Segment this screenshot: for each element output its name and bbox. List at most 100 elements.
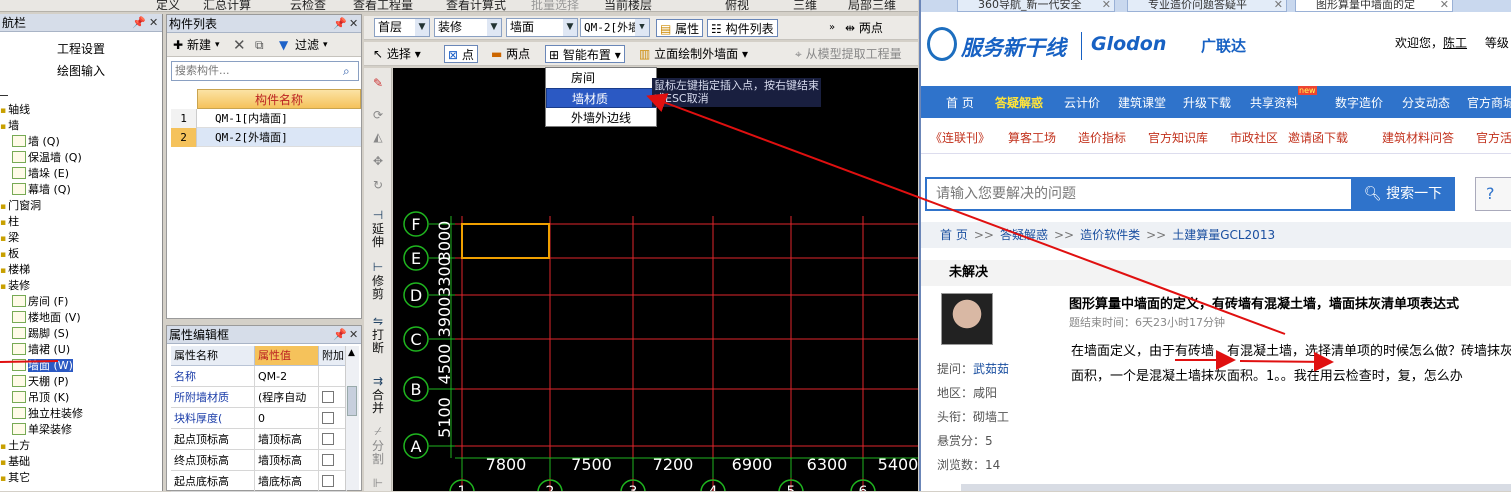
- subnav-journal[interactable]: 《连联刊》: [930, 129, 990, 146]
- 3d-button[interactable]: 三维: [793, 0, 817, 11]
- extend-button[interactable]: 延伸: [371, 223, 385, 249]
- tree-item[interactable]: 房间 (F): [0, 294, 162, 310]
- delete-icon[interactable]: ✕: [233, 33, 246, 57]
- new-icon[interactable]: ✚: [173, 33, 183, 57]
- chevron-down-icon[interactable]: ▾: [323, 33, 328, 57]
- two-point-draw-button[interactable]: ▬ 两点: [488, 45, 533, 63]
- close-icon[interactable]: ✕: [349, 15, 358, 33]
- break-icon[interactable]: ⇋: [371, 314, 385, 328]
- extract-button[interactable]: ⌖ 从模型提取工程量: [792, 45, 905, 63]
- drawing-input-button[interactable]: 绘图输入: [0, 60, 162, 82]
- breadcrumb-qa[interactable]: 答疑解惑: [1000, 228, 1048, 242]
- menu-item-outer-wall-edge[interactable]: 外墙外边线: [546, 108, 656, 128]
- close-icon[interactable]: ✕: [349, 326, 358, 344]
- new-button[interactable]: 新建: [187, 33, 211, 57]
- rotate-icon[interactable]: ⟳: [371, 108, 385, 122]
- split-icon[interactable]: ⌿: [371, 424, 385, 438]
- more-icon[interactable]: »: [826, 19, 838, 37]
- search-icon[interactable]: ⌕: [343, 64, 350, 79]
- menu-item-wall-material[interactable]: 墙材质: [546, 88, 656, 108]
- tree-item[interactable]: ▪ 其它: [0, 470, 162, 486]
- break-button[interactable]: 打断: [371, 329, 385, 355]
- smart-layout-button[interactable]: ⊞ 智能布置 ▾: [545, 45, 625, 63]
- property-row[interactable]: 起点底标高 墙底标高: [171, 471, 347, 492]
- checkbox[interactable]: [322, 391, 334, 403]
- checkbox[interactable]: [322, 454, 334, 466]
- tree-item[interactable]: 单梁装修: [0, 422, 162, 438]
- tree-item[interactable]: 墙 (Q): [0, 134, 162, 150]
- filter-icon[interactable]: ▼: [279, 33, 288, 57]
- browser-tab[interactable]: 360导航_新一代安全 ✕: [957, 0, 1115, 12]
- site-brand[interactable]: 服务新干线: [961, 32, 1066, 62]
- subnav-events[interactable]: 官方活动: [1476, 129, 1511, 146]
- define-button[interactable]: 定义: [156, 0, 180, 11]
- summary-calc-button[interactable]: 汇总计算: [203, 0, 251, 11]
- tree-item[interactable]: 幕墙 (Q): [0, 182, 162, 198]
- help-button[interactable]: ?: [1475, 177, 1511, 211]
- subnav-invitation[interactable]: 邀请函下载: [1288, 129, 1348, 146]
- property-row[interactable]: 终点顶标高 墙顶标高: [171, 450, 347, 471]
- component-list-button[interactable]: ☷ 构件列表: [707, 19, 778, 37]
- trim-button[interactable]: 修剪: [371, 275, 385, 301]
- local-3d-button[interactable]: 局部三维: [848, 0, 896, 11]
- scroll-thumb[interactable]: [347, 386, 357, 416]
- extend-icon[interactable]: ⊣: [371, 208, 385, 222]
- tree-item[interactable]: ▪ 柱: [0, 214, 162, 230]
- subnav-municipal[interactable]: 市政社区: [1230, 129, 1278, 146]
- checkbox[interactable]: [322, 433, 334, 445]
- topview-button[interactable]: 俯视: [725, 0, 749, 11]
- property-scrollbar[interactable]: ▲: [345, 346, 359, 490]
- subnav-knowledge[interactable]: 官方知识库: [1148, 129, 1208, 146]
- close-icon[interactable]: ✕: [1440, 0, 1449, 12]
- facade-wall-button[interactable]: ▥ 立面绘制外墙面 ▾: [636, 45, 751, 63]
- subnav-index[interactable]: 造价指标: [1078, 129, 1126, 146]
- close-icon[interactable]: ✕: [1102, 0, 1111, 12]
- rotate-icon[interactable]: ↻: [371, 178, 385, 192]
- avatar[interactable]: [941, 293, 993, 345]
- tree-item[interactable]: 楼地面 (V): [0, 310, 162, 326]
- tree-item[interactable]: 保温墙 (Q): [0, 150, 162, 166]
- tree-item[interactable]: ▪ 基础: [0, 454, 162, 470]
- property-value[interactable]: (程序自动: [255, 387, 319, 407]
- subnav-workshop[interactable]: 算客工场: [1008, 129, 1056, 146]
- nav-branch-news[interactable]: 分支动态: [1402, 94, 1450, 111]
- property-value[interactable]: QM-2: [255, 366, 319, 386]
- breadcrumb-software[interactable]: 造价软件类: [1080, 228, 1140, 242]
- tree-item[interactable]: ▪ 楼梯: [0, 262, 162, 278]
- chevron-up-icon[interactable]: ▲: [348, 348, 355, 358]
- tree-item[interactable]: ▪ 轴线: [0, 102, 162, 118]
- close-icon[interactable]: ✕: [149, 14, 158, 32]
- align-icon[interactable]: ⊩: [371, 476, 385, 490]
- merge-icon[interactable]: ⇉: [371, 374, 385, 388]
- cad-canvas[interactable]: F E D C B A 3000 3300 3900 4500 5100 7800 7500 7200 69…: [393, 68, 918, 491]
- trim-icon[interactable]: ⊢: [371, 260, 385, 274]
- tree-item[interactable]: ▪ 墙: [0, 118, 162, 134]
- asker-field-value[interactable]: 武茹茹: [973, 362, 1009, 376]
- component-search-input[interactable]: 搜索构件...: [171, 61, 359, 81]
- nav-shared-docs[interactable]: 共享资料 new: [1250, 86, 1317, 111]
- current-floor-label[interactable]: 当前楼层: [604, 0, 652, 11]
- tree-item[interactable]: 墙垛 (E): [0, 166, 162, 182]
- tree-item[interactable]: 墙面 (W): [0, 358, 162, 374]
- nav-classroom[interactable]: 建筑课堂: [1118, 94, 1166, 111]
- tree-item[interactable]: ▪ 土方: [0, 438, 162, 454]
- chevron-down-icon[interactable]: ▾: [215, 33, 220, 57]
- tree-item[interactable]: ▪ 板: [0, 246, 162, 262]
- property-row[interactable]: 块料厚度(0: [171, 408, 347, 429]
- property-row[interactable]: 起点顶标高 墙顶标高: [171, 429, 347, 450]
- nav-home[interactable]: 首 页: [946, 94, 974, 111]
- view-quantity-button[interactable]: 查看工程量: [353, 0, 413, 11]
- property-value[interactable]: 墙底标高: [255, 471, 319, 491]
- type-select[interactable]: 墙面 ▼: [506, 18, 578, 37]
- pen-icon[interactable]: ✎: [371, 76, 385, 90]
- tree-item[interactable]: 天棚 (P): [0, 374, 162, 390]
- nav-qa[interactable]: 答疑解惑: [995, 94, 1043, 111]
- site-logo-icon[interactable]: [927, 27, 957, 61]
- property-value[interactable]: 墙顶标高: [255, 450, 319, 470]
- floor-select[interactable]: 首层 ▼: [374, 18, 430, 37]
- point-button[interactable]: ⊠ 点: [444, 45, 478, 63]
- pin-icon[interactable]: 📌: [132, 14, 146, 32]
- tree-item[interactable]: ▪ 梁: [0, 230, 162, 246]
- category-select[interactable]: 装修 ▼: [434, 18, 502, 37]
- pin-icon[interactable]: 📌: [333, 15, 347, 33]
